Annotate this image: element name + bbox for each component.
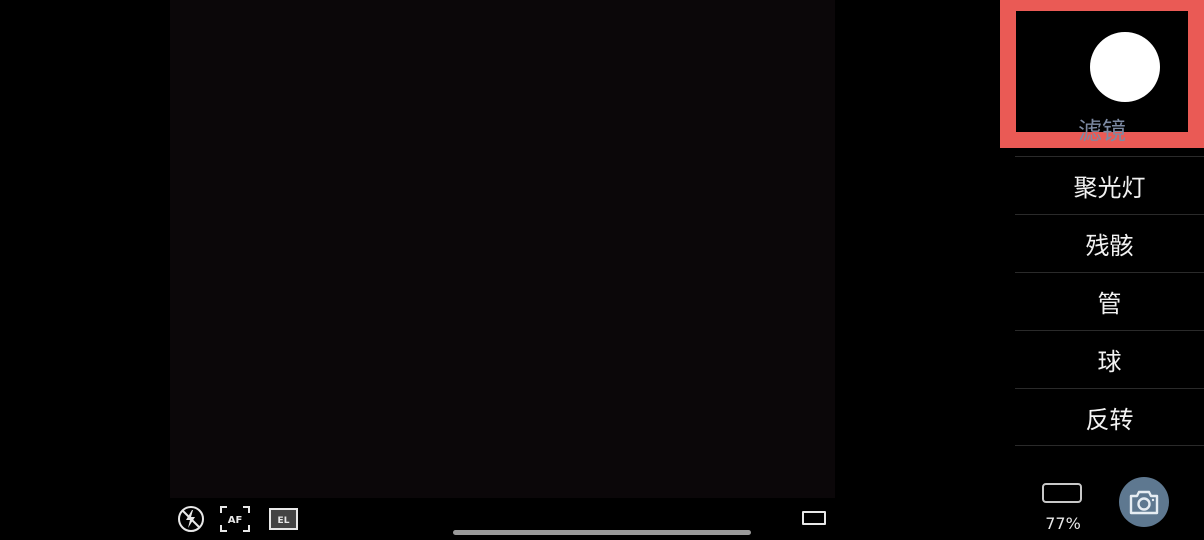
aspect-ratio-icon[interactable] [802,511,826,525]
filter-item-tube[interactable]: 管 [1015,272,1204,330]
filter-item-spotlight[interactable]: 聚光灯 [1015,156,1204,214]
camera-screen: AF EL 滤镜 聚光灯 残骸 管 球 反转 77% [0,0,1204,540]
filter-item-ball[interactable]: 球 [1015,330,1204,388]
selected-filter-button[interactable]: 滤镜 [1016,11,1188,145]
filter-item-wreck[interactable]: 残骸 [1015,214,1204,272]
filter-preview-circle [1090,32,1160,102]
exposure-lock-icon[interactable]: EL [269,508,298,530]
af-label: AF [228,515,243,526]
flash-off-icon[interactable] [177,505,205,533]
filter-label: 滤镜 [1078,117,1126,145]
autofocus-icon[interactable]: AF [219,505,251,533]
battery-icon [1042,483,1082,503]
shutter-button[interactable] [1119,477,1169,527]
filter-item-invert[interactable]: 反转 [1015,388,1204,446]
filter-list: 聚光灯 残骸 管 球 反转 [1015,156,1204,446]
battery-level: 77% [1045,514,1081,533]
battery-status: 77% [1038,480,1088,536]
el-label: EL [278,516,290,526]
camera-viewfinder[interactable] [170,0,835,498]
camera-icon [1129,490,1159,515]
selected-filter-highlight[interactable]: 滤镜 [1000,0,1204,148]
home-indicator[interactable] [453,530,751,535]
